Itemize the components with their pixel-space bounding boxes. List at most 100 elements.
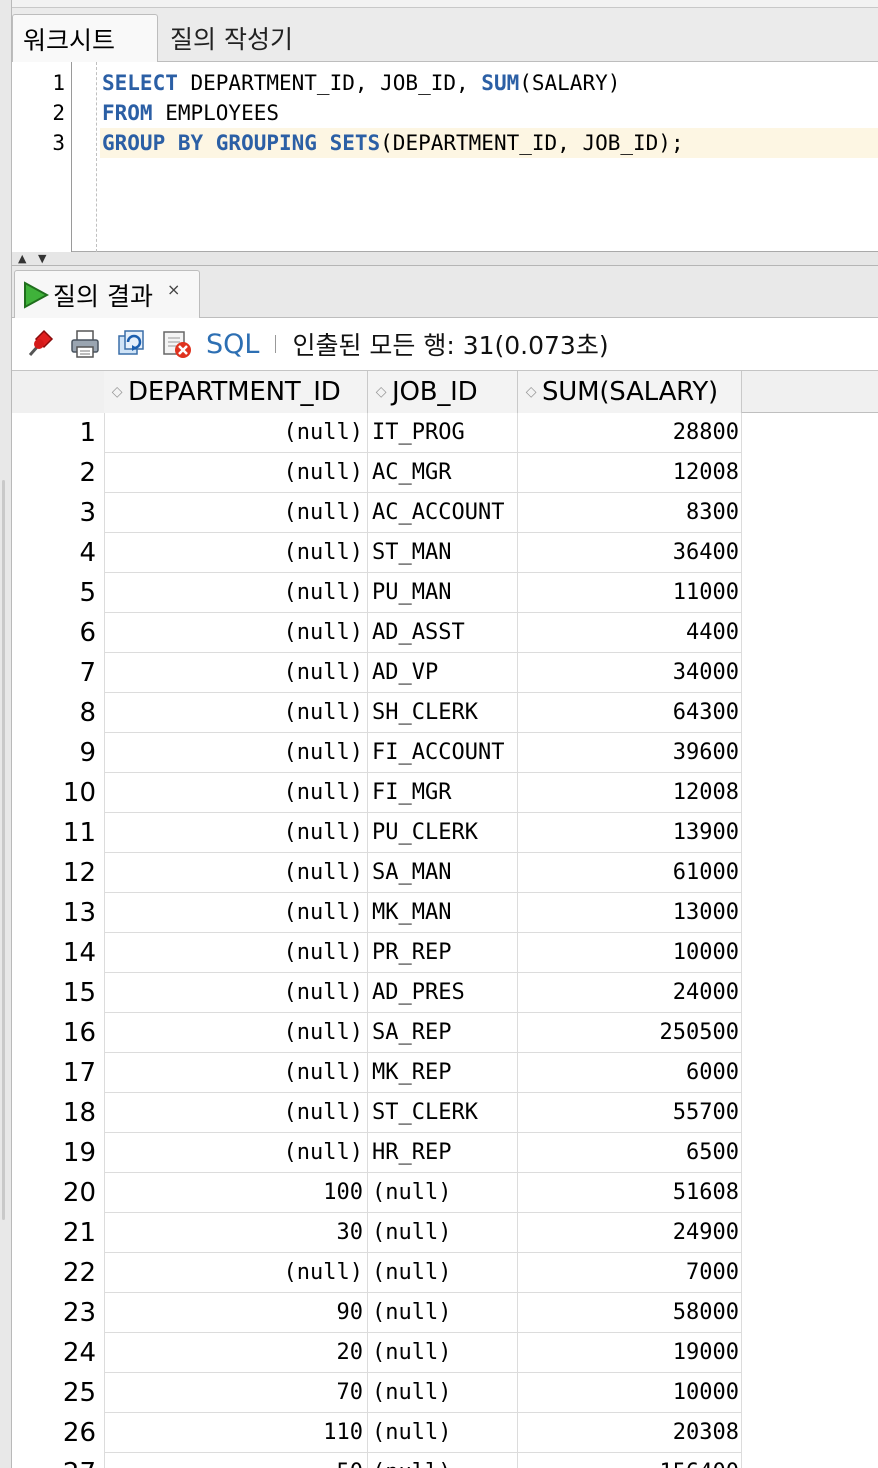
tab-query-builder[interactable]: 질의 작성기 (168, 14, 318, 62)
cell-department-id[interactable]: (null) (104, 893, 368, 933)
cell-sum-salary[interactable]: 6000 (518, 1053, 742, 1093)
cell-department-id[interactable]: (null) (104, 493, 368, 533)
cell-sum-salary[interactable]: 36400 (518, 533, 742, 573)
table-row[interactable]: 1 (null) IT_PROG 28800 (12, 413, 742, 453)
cell-department-id[interactable]: 20 (104, 1333, 368, 1373)
cell-department-id[interactable]: (null) (104, 1013, 368, 1053)
cell-sum-salary[interactable]: 28800 (518, 413, 742, 453)
cell-department-id[interactable]: (null) (104, 1093, 368, 1133)
table-row[interactable]: 8 (null) SH_CLERK 64300 (12, 693, 742, 733)
cell-department-id[interactable]: (null) (104, 453, 368, 493)
cell-job-id[interactable]: ST_CLERK (368, 1093, 518, 1133)
column-header-job-id[interactable]: ◇ JOB_ID (368, 371, 518, 413)
cell-job-id[interactable]: SA_REP (368, 1013, 518, 1053)
table-row[interactable]: 10 (null) FI_MGR 12008 (12, 773, 742, 813)
table-row[interactable]: 2750(null)156400 (12, 1453, 742, 1468)
cell-department-id[interactable]: (null) (104, 1133, 368, 1173)
cell-department-id[interactable]: (null) (104, 653, 368, 693)
cell-sum-salary[interactable]: 61000 (518, 853, 742, 893)
cell-job-id[interactable]: IT_PROG (368, 413, 518, 453)
table-row[interactable]: 11 (null) PU_CLERK 13900 (12, 813, 742, 853)
cell-job-id[interactable]: AC_ACCOUNT (368, 493, 518, 533)
cell-sum-salary[interactable]: 250500 (518, 1013, 742, 1053)
table-row[interactable]: 18 (null) ST_CLERK 55700 (12, 1093, 742, 1133)
cell-department-id[interactable]: (null) (104, 773, 368, 813)
pin-icon[interactable] (22, 327, 56, 361)
cell-job-id[interactable]: PU_MAN (368, 573, 518, 613)
code-line[interactable]: FROM EMPLOYEES (100, 98, 279, 128)
sort-icon[interactable]: ◇ (522, 385, 540, 399)
cell-sum-salary[interactable]: 51608 (518, 1173, 742, 1213)
table-row[interactable]: 23 90 (null) 58000 (12, 1293, 742, 1333)
table-row[interactable]: 6 (null) AD_ASST 4400 (12, 613, 742, 653)
table-row[interactable]: 21 30 (null) 24900 (12, 1213, 742, 1253)
cell-job-id[interactable]: (null) (368, 1373, 518, 1413)
cell-job-id[interactable]: PR_REP (368, 933, 518, 973)
table-row[interactable]: 7 (null) AD_VP 34000 (12, 653, 742, 693)
cell-job-id[interactable]: FI_MGR (368, 773, 518, 813)
cell-job-id[interactable]: AC_MGR (368, 453, 518, 493)
cell-sum-salary[interactable]: 64300 (518, 693, 742, 733)
cell-job-id[interactable]: (null) (368, 1293, 518, 1333)
panel-splitter[interactable]: ▲ ▼ (12, 252, 878, 266)
cell-sum-salary[interactable]: 19000 (518, 1333, 742, 1373)
cell-sum-salary[interactable]: 4400 (518, 613, 742, 653)
cell-sum-salary[interactable]: 58000 (518, 1293, 742, 1333)
cell-department-id[interactable]: (null) (104, 613, 368, 653)
sort-icon[interactable]: ◇ (372, 385, 390, 399)
table-row[interactable]: 20 100 (null) 51608 (12, 1173, 742, 1213)
cell-sum-salary[interactable]: 24000 (518, 973, 742, 1013)
cell-sum-salary[interactable]: 12008 (518, 773, 742, 813)
clear-icon[interactable] (160, 327, 194, 361)
cell-department-id[interactable]: (null) (104, 533, 368, 573)
cell-job-id[interactable]: FI_ACCOUNT (368, 733, 518, 773)
cell-department-id[interactable]: (null) (104, 733, 368, 773)
cell-department-id[interactable]: 50 (104, 1453, 368, 1468)
expand-up-icon[interactable]: ▲ (18, 253, 26, 264)
table-row[interactable]: 22 (null) (null) 7000 (12, 1253, 742, 1293)
cell-department-id[interactable]: (null) (104, 1253, 368, 1293)
cell-job-id[interactable]: AD_VP (368, 653, 518, 693)
refresh-icon[interactable] (114, 327, 148, 361)
table-row[interactable]: 17 (null) MK_REP 6000 (12, 1053, 742, 1093)
cell-job-id[interactable]: (null) (368, 1173, 518, 1213)
cell-department-id[interactable]: 30 (104, 1213, 368, 1253)
cell-job-id[interactable]: AD_ASST (368, 613, 518, 653)
results-grid[interactable]: ◇ DEPARTMENT_ID ◇ JOB_ID ◇ SUM(SALARY) 1… (12, 370, 878, 1468)
table-row[interactable]: 15 (null) AD_PRES 24000 (12, 973, 742, 1013)
cell-sum-salary[interactable]: 12008 (518, 453, 742, 493)
table-row[interactable]: 19 (null) HR_REP 6500 (12, 1133, 742, 1173)
expand-down-icon[interactable]: ▼ (38, 253, 46, 264)
cell-department-id[interactable]: 110 (104, 1413, 368, 1453)
cell-sum-salary[interactable]: 8300 (518, 493, 742, 533)
table-row[interactable]: 2 (null) AC_MGR 12008 (12, 453, 742, 493)
cell-job-id[interactable]: HR_REP (368, 1133, 518, 1173)
column-header-sum-salary[interactable]: ◇ SUM(SALARY) (518, 371, 742, 413)
table-row[interactable]: 16 (null) SA_REP 250500 (12, 1013, 742, 1053)
cell-sum-salary[interactable]: 13000 (518, 893, 742, 933)
cell-job-id[interactable]: SA_MAN (368, 853, 518, 893)
tab-worksheet[interactable]: 워크시트 (12, 14, 158, 62)
cell-job-id[interactable]: PU_CLERK (368, 813, 518, 853)
sql-editor[interactable]: 1 2 3 SELECT DEPARTMENT_ID, JOB_ID, SUM(SA… (12, 62, 878, 252)
cell-job-id[interactable]: (null) (368, 1333, 518, 1373)
cell-department-id[interactable]: 90 (104, 1293, 368, 1333)
cell-sum-salary[interactable]: 55700 (518, 1093, 742, 1133)
code-line[interactable]: GROUP BY GROUPING SETS(DEPARTMENT_ID, JO… (100, 128, 878, 158)
cell-sum-salary[interactable]: 13900 (518, 813, 742, 853)
cell-sum-salary[interactable]: 156400 (518, 1453, 742, 1468)
table-row[interactable]: 25 70 (null) 10000 (12, 1373, 742, 1413)
table-row[interactable]: 14 (null) PR_REP 10000 (12, 933, 742, 973)
cell-sum-salary[interactable]: 34000 (518, 653, 742, 693)
cell-job-id[interactable]: (null) (368, 1413, 518, 1453)
cell-sum-salary[interactable]: 24900 (518, 1213, 742, 1253)
table-row[interactable]: 4 (null) ST_MAN 36400 (12, 533, 742, 573)
sort-icon[interactable]: ◇ (108, 385, 126, 399)
cell-department-id[interactable]: (null) (104, 1053, 368, 1093)
cell-job-id[interactable]: (null) (368, 1453, 518, 1468)
column-header-department-id[interactable]: ◇ DEPARTMENT_ID (104, 371, 368, 413)
table-row[interactable]: 12 (null) SA_MAN 61000 (12, 853, 742, 893)
cell-sum-salary[interactable]: 10000 (518, 1373, 742, 1413)
cell-sum-salary[interactable]: 7000 (518, 1253, 742, 1293)
cell-job-id[interactable]: AD_PRES (368, 973, 518, 1013)
